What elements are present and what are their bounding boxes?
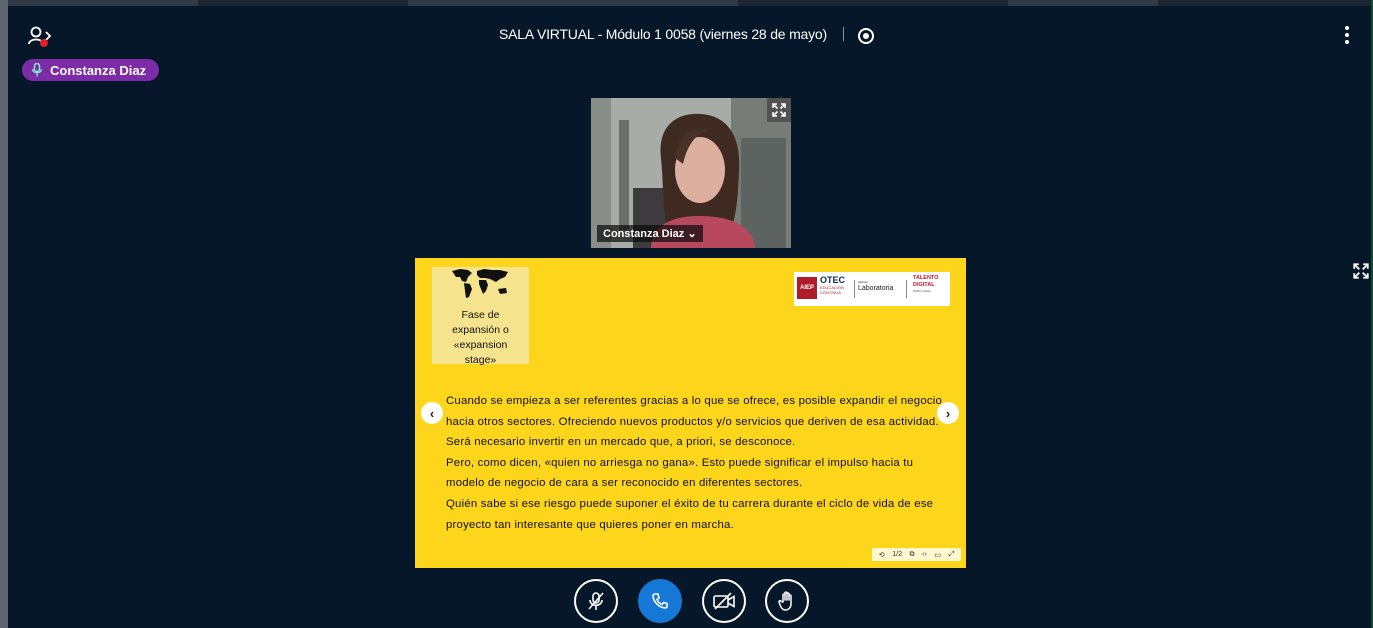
phase-caption-line: expansión o bbox=[452, 324, 509, 336]
kebab-dot-icon bbox=[1345, 26, 1349, 30]
kebab-dot-icon bbox=[1345, 33, 1349, 37]
copy-icon[interactable]: ⧉ bbox=[910, 551, 915, 559]
webcam-video-tile[interactable]: Constanza Diaz ⌄ bbox=[591, 98, 791, 248]
logo-divider bbox=[854, 280, 855, 298]
phone-icon bbox=[652, 593, 668, 609]
previous-slide-button[interactable]: ‹ bbox=[421, 402, 443, 424]
talento-logo-sub: PARA CHILE bbox=[913, 289, 931, 293]
otec-logo-sub: CONTINUA bbox=[820, 290, 841, 295]
slide-body-text: Cuando se empieza a ser referentes graci… bbox=[446, 391, 952, 535]
expand-icon[interactable]: ⤢ bbox=[949, 551, 955, 559]
phase-caption-line: Fase de bbox=[461, 309, 500, 321]
refresh-icon[interactable]: ⟲ bbox=[879, 551, 885, 559]
left-window-edge bbox=[0, 0, 8, 628]
talento-digital-logo: TALENTO DIGITAL PARA CHILE bbox=[913, 275, 938, 293]
recording-button[interactable] bbox=[857, 28, 874, 44]
kebab-dot-icon bbox=[1345, 40, 1349, 44]
microphone-muted-icon bbox=[588, 592, 604, 610]
video-button[interactable] bbox=[702, 579, 746, 623]
microphone-icon bbox=[31, 63, 43, 77]
aiep-logo: AIEP bbox=[797, 277, 817, 299]
slide-toolbar: ⟲ 1/2 ⧉ ‹› ▭ ⤢ bbox=[872, 548, 961, 561]
expand-arrows-icon bbox=[1353, 263, 1369, 279]
video-user-name: Constanza Diaz bbox=[603, 228, 685, 240]
otec-logo-text: OTEC bbox=[820, 275, 846, 285]
slide-paragraph: Cuando se empieza a ser referentes graci… bbox=[446, 395, 943, 449]
logo-divider bbox=[906, 280, 907, 298]
phase-caption: Fase de expansión o «expansion stage» bbox=[432, 308, 529, 368]
video-off-icon bbox=[713, 592, 735, 610]
meeting-header: SALA VIRTUAL - Módulo 1 0058 (viernes 28… bbox=[0, 26, 1373, 44]
fullscreen-video-button[interactable] bbox=[767, 98, 791, 122]
fullscreen-presentation-button[interactable] bbox=[1352, 262, 1370, 280]
raise-hand-button[interactable] bbox=[765, 579, 809, 623]
otec-logo: OTEC EDUCACIÓN CONTINUA bbox=[820, 275, 845, 295]
partner-logos: AIEP OTEC EDUCACIÓN CONTINUA Alianza Lab… bbox=[794, 272, 950, 306]
talking-indicator[interactable]: Constanza Diaz bbox=[22, 59, 160, 81]
mute-button[interactable] bbox=[574, 579, 618, 623]
meeting-title: SALA VIRTUAL - Módulo 1 0058 (viernes 28… bbox=[499, 26, 827, 42]
chevron-down-icon: ⌄ bbox=[687, 228, 697, 240]
raise-hand-icon bbox=[778, 591, 792, 611]
talento-logo-text: TALENTO bbox=[913, 275, 939, 281]
aiep-logo-text: AIEP bbox=[799, 285, 814, 291]
laboratoria-logo-text: Laboratoria bbox=[858, 285, 894, 292]
code-icon[interactable]: ‹› bbox=[922, 551, 927, 558]
window-icon[interactable]: ▭ bbox=[934, 551, 941, 559]
slide-paragraph: Pero, como dicen, «quien no arriesga no … bbox=[446, 456, 914, 490]
action-bar bbox=[574, 579, 810, 623]
presentation-slide: Fase de expansión o «expansion stage» AI… bbox=[415, 258, 966, 568]
slide-paragraph: Quién sabe si ese riesgo puede suponer e… bbox=[446, 497, 934, 531]
options-menu-button[interactable] bbox=[1343, 26, 1351, 46]
top-browser-strip bbox=[8, 0, 1373, 6]
phase-card: Fase de expansión o «expansion stage» bbox=[432, 267, 529, 366]
talking-user-name: Constanza Diaz bbox=[50, 62, 147, 78]
chevron-left-icon: ‹ bbox=[429, 405, 435, 421]
page-number-icon[interactable]: 1/2 bbox=[892, 551, 902, 558]
phase-caption-line: «expansion bbox=[453, 339, 508, 351]
laboratoria-logo: Alianza Laboratoria bbox=[858, 280, 893, 293]
expand-arrows-icon bbox=[772, 103, 786, 117]
phase-caption-line: stage» bbox=[464, 354, 497, 366]
audio-button[interactable] bbox=[638, 579, 682, 623]
header-divider bbox=[842, 27, 844, 41]
talento-logo-text: DIGITAL bbox=[913, 282, 935, 288]
world-map-icon bbox=[452, 269, 508, 298]
video-user-name-tag[interactable]: Constanza Diaz ⌄ bbox=[597, 225, 703, 242]
